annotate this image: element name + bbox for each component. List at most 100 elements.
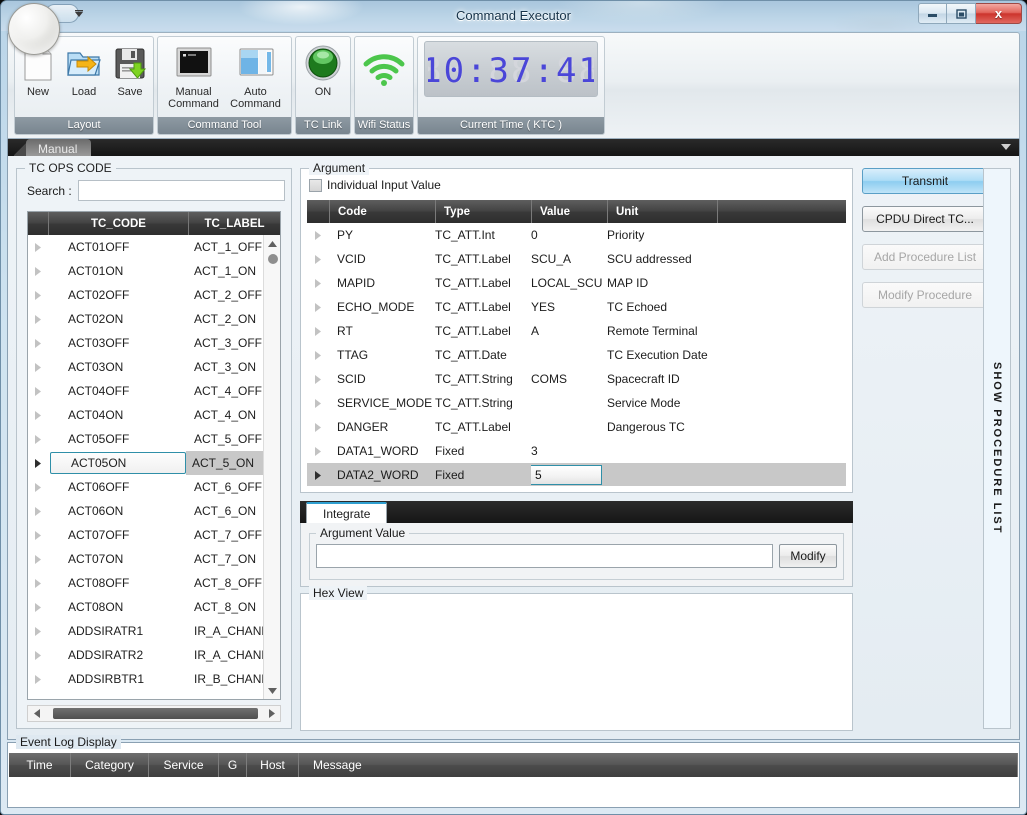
table-row[interactable]: ACT01OFF ACT_1_OFF: [28, 235, 263, 259]
row-expander-icon[interactable]: [307, 398, 329, 408]
event-log-column-service[interactable]: Service: [149, 753, 219, 777]
table-row[interactable]: ACT06OFF ACT_6_OFF: [28, 475, 263, 499]
table-row[interactable]: SERVICE_MODE TC_ATT.String Service Mode: [307, 391, 846, 415]
save-button[interactable]: Save: [107, 42, 153, 98]
argument-value-cell[interactable]: 3: [531, 439, 607, 463]
argument-value-cell[interactable]: A: [531, 319, 607, 343]
row-expander-icon[interactable]: [307, 446, 329, 456]
table-row[interactable]: ACT08OFF ACT_8_OFF: [28, 571, 263, 595]
row-expander-icon[interactable]: [28, 554, 48, 564]
cpdu-direct-tc-button[interactable]: CPDU Direct TC...: [862, 206, 988, 232]
table-row[interactable]: ACT05OFF ACT_5_OFF: [28, 427, 263, 451]
chevron-down-icon[interactable]: [74, 10, 84, 18]
table-row[interactable]: DANGER TC_ATT.Label Dangerous TC: [307, 415, 846, 439]
table-row[interactable]: VCID TC_ATT.Label SCU_A SCU addressed: [307, 247, 846, 271]
individual-input-value-checkbox[interactable]: [309, 178, 322, 192]
wifi-status-indicator[interactable]: [355, 49, 413, 91]
table-row[interactable]: ACT04OFF ACT_4_OFF: [28, 379, 263, 403]
row-expander-icon[interactable]: [28, 410, 48, 420]
argument-value-cell[interactable]: 0: [531, 223, 607, 247]
table-row[interactable]: ACT01ON ACT_1_ON: [28, 259, 263, 283]
table-row[interactable]: ADDSIRBTR1 IR_B_CHANNEL1_I: [28, 667, 263, 691]
table-row[interactable]: ACT06ON ACT_6_ON: [28, 499, 263, 523]
row-expander-icon[interactable]: [28, 674, 48, 684]
table-row[interactable]: ACT07OFF ACT_7_OFF: [28, 523, 263, 547]
row-expander-icon[interactable]: [307, 374, 329, 384]
row-expander-icon[interactable]: [307, 302, 329, 312]
load-button[interactable]: Load: [61, 42, 107, 98]
show-procedure-list-tab[interactable]: SHOW PROCEDURE LIST: [983, 168, 1011, 729]
argument-value-cell[interactable]: LOCAL_SCU: [531, 271, 607, 295]
table-row[interactable]: ACT03OFF ACT_3_OFF: [28, 331, 263, 355]
tree-vertical-scrollbar[interactable]: [263, 235, 280, 699]
maximize-button[interactable]: [947, 3, 976, 24]
scroll-up-icon[interactable]: [264, 235, 280, 252]
tree-scroll-thumb[interactable]: [268, 254, 278, 264]
row-expander-icon[interactable]: [28, 650, 48, 660]
tab-manual[interactable]: Manual: [26, 139, 92, 156]
tab-overflow-icon[interactable]: [1001, 144, 1011, 151]
event-log-column-category[interactable]: Category: [71, 753, 149, 777]
tab-integrate[interactable]: Integrate: [306, 502, 388, 523]
table-row[interactable]: RT TC_ATT.Label A Remote Terminal: [307, 319, 846, 343]
row-expander-icon[interactable]: [28, 362, 48, 372]
event-log-column-g[interactable]: G: [219, 753, 247, 777]
row-expander-icon[interactable]: [307, 278, 329, 288]
table-row[interactable]: ACT04ON ACT_4_ON: [28, 403, 263, 427]
scroll-down-icon[interactable]: [264, 682, 280, 699]
row-expander-icon[interactable]: [28, 578, 48, 588]
table-row[interactable]: DATA2_WORD Fixed 5: [307, 463, 846, 486]
tc-code-tree[interactable]: TC_CODE TC_LABEL ACT01OFF ACT_1_OFF ACT01O…: [27, 211, 281, 700]
argument-value-cell[interactable]: YES: [531, 295, 607, 319]
argument-value-cell[interactable]: 5: [531, 463, 607, 486]
table-row[interactable]: SCID TC_ATT.String COMS Spacecraft ID: [307, 367, 846, 391]
table-row[interactable]: ACT08ON ACT_8_ON: [28, 595, 263, 619]
table-row[interactable]: ADDSIRATR2 IR_A_CHANNEL2_I: [28, 643, 263, 667]
argument-value-editor[interactable]: 5: [531, 465, 602, 485]
table-row[interactable]: ACT02OFF ACT_2_OFF: [28, 283, 263, 307]
table-row[interactable]: ACT05ON ACT_5_ON: [28, 451, 263, 475]
close-button[interactable]: x: [976, 3, 1022, 24]
search-input[interactable]: [77, 180, 285, 201]
row-expander-icon[interactable]: [28, 458, 48, 468]
tc-link-indicator[interactable]: ON: [296, 42, 350, 98]
argument-value-cell[interactable]: [531, 343, 607, 367]
manual-command-button[interactable]: Manual Command: [163, 42, 225, 110]
argument-value-cell[interactable]: COMS: [531, 367, 607, 391]
scroll-right-icon[interactable]: [263, 705, 280, 722]
application-menu-button[interactable]: [8, 3, 60, 55]
row-expander-icon[interactable]: [307, 470, 329, 480]
argument-grid[interactable]: Code Type Value Unit PY TC_ATT.Int 0 Priori…: [307, 200, 846, 486]
row-expander-icon[interactable]: [307, 326, 329, 336]
modify-button[interactable]: Modify: [779, 544, 837, 568]
row-expander-icon[interactable]: [28, 338, 48, 348]
row-expander-icon[interactable]: [307, 230, 329, 240]
row-expander-icon[interactable]: [28, 434, 48, 444]
tree-hscroll-track[interactable]: [47, 708, 261, 719]
event-log-column-time[interactable]: Time: [9, 753, 71, 777]
argument-value-cell[interactable]: [531, 415, 607, 439]
table-row[interactable]: TTAG TC_ATT.Date TC Execution Date: [307, 343, 846, 367]
table-row[interactable]: ACT02ON ACT_2_ON: [28, 307, 263, 331]
scroll-left-icon[interactable]: [28, 705, 45, 722]
table-row[interactable]: ADDSIRATR1 IR_A_CHANNEL1_I: [28, 619, 263, 643]
row-expander-icon[interactable]: [28, 266, 48, 276]
row-expander-icon[interactable]: [28, 482, 48, 492]
table-row[interactable]: PY TC_ATT.Int 0 Priority: [307, 223, 846, 247]
row-expander-icon[interactable]: [28, 386, 48, 396]
transmit-button[interactable]: Transmit: [862, 168, 988, 194]
table-row[interactable]: MAPID TC_ATT.Label LOCAL_SCU MAP ID: [307, 271, 846, 295]
row-expander-icon[interactable]: [28, 530, 48, 540]
argument-value-input[interactable]: [316, 544, 773, 568]
individual-input-value-row[interactable]: Individual Input Value: [309, 178, 441, 192]
table-row[interactable]: ECHO_MODE TC_ATT.Label YES TC Echoed: [307, 295, 846, 319]
row-expander-icon[interactable]: [28, 506, 48, 516]
row-expander-icon[interactable]: [307, 254, 329, 264]
tree-hscroll-thumb[interactable]: [53, 708, 258, 719]
tree-horizontal-scrollbar[interactable]: [27, 705, 281, 722]
table-row[interactable]: ACT03ON ACT_3_ON: [28, 355, 263, 379]
table-row[interactable]: ACT07ON ACT_7_ON: [28, 547, 263, 571]
table-row[interactable]: DATA1_WORD Fixed 3: [307, 439, 846, 463]
row-expander-icon[interactable]: [28, 314, 48, 324]
row-expander-icon[interactable]: [28, 242, 48, 252]
